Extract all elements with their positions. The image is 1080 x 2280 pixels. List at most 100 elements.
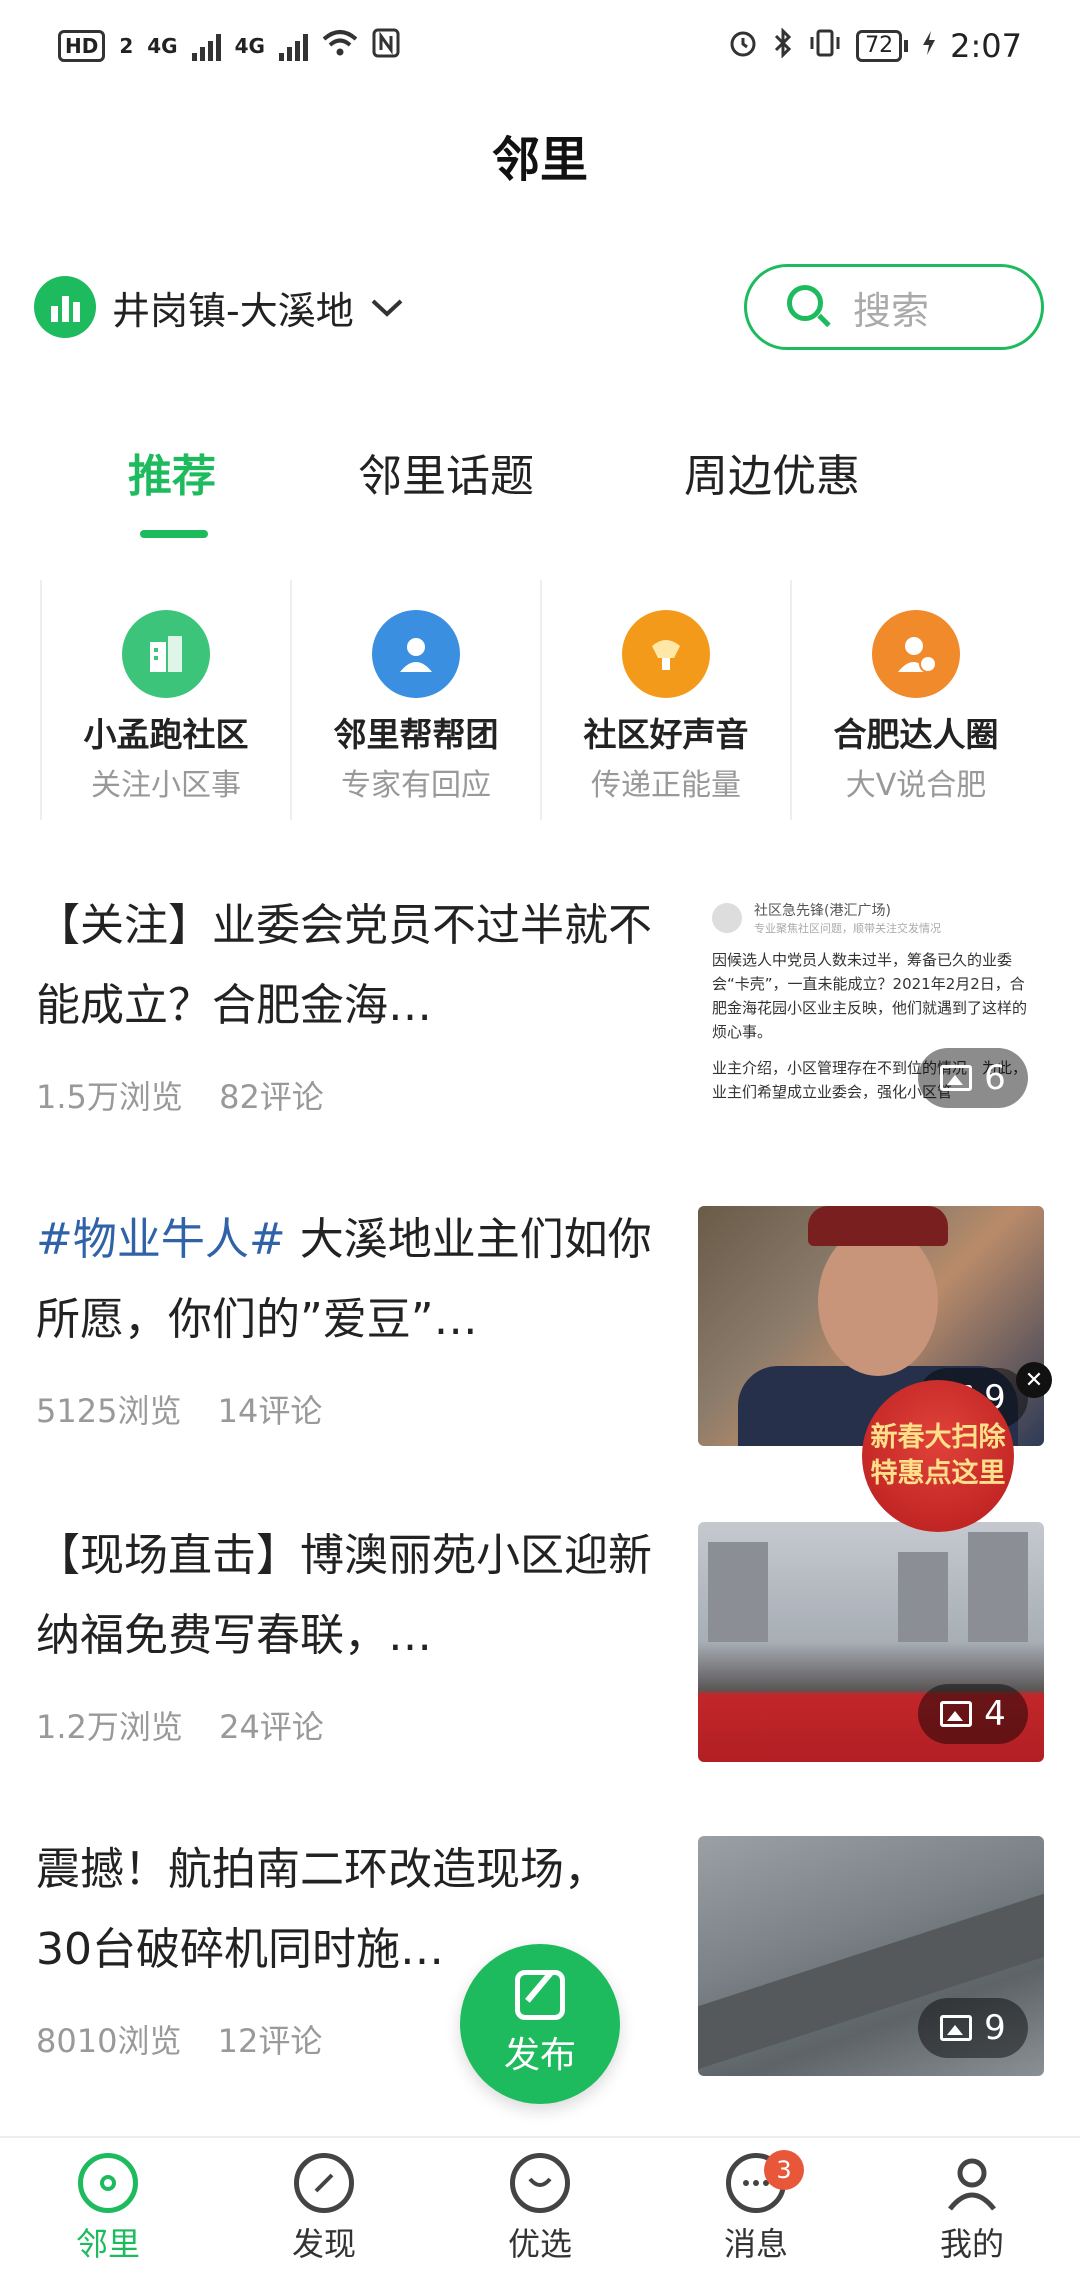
quick-entry-subtitle: 专家有回应: [341, 768, 491, 803]
nav-selected[interactable]: 优选: [432, 2138, 648, 2280]
hd-indicator: HD: [58, 30, 106, 62]
topic-tag[interactable]: #物业牛人#: [36, 1214, 286, 1265]
tab-bar: 推荐 邻里话题 周边优惠: [0, 440, 1080, 540]
feed-thumbnail: 社区急先锋(港汇广场) 专业聚焦社区问题，顺带关注交发情况 因候选人中党员人数未…: [698, 886, 1044, 1126]
nav-label: 消息: [723, 2225, 788, 2263]
feed-title: #物业牛人# 大溪地业主们如你所愿，你们的”爱豆”…: [36, 1214, 652, 1345]
network-1-label: 4G: [147, 34, 178, 58]
location-name: 井岗镇-大溪地: [112, 288, 354, 333]
battery-icon: 72: [856, 30, 909, 62]
doc-account-name: 社区急先锋(港汇广场): [754, 903, 891, 919]
doc-paragraph-1: 因候选人中党员人数未过半，筹备已久的业委会“卡壳”，一直未能成立？2021年2月…: [712, 951, 1028, 1041]
feed-views: 5125浏览: [36, 1392, 182, 1430]
picture-icon: [940, 1701, 973, 1727]
chevron-down-icon: [370, 287, 404, 327]
nav-messages[interactable]: 消息 3: [648, 2138, 864, 2280]
feed-views: 8010浏览: [36, 2022, 182, 2060]
quick-entry-subtitle: 关注小区事: [91, 768, 241, 803]
vibrate-icon: [808, 28, 842, 65]
status-right: 72 2:07: [728, 26, 1022, 65]
feed-item[interactable]: 【现场直击】博澳丽苑小区迎新纳福免费写春联，… 1.2万浏览 24评论 4: [0, 1516, 1080, 1816]
nav-label: 我的: [939, 2225, 1004, 2263]
doc-header: 社区急先锋(港汇广场) 专业聚焦社区问题，顺带关注交发情况: [712, 900, 1030, 936]
unread-badge: 3: [764, 2150, 804, 2190]
alarm-icon: [728, 28, 758, 65]
quick-entry-title: 合肥达人圈: [833, 715, 999, 754]
feed-item[interactable]: 【关注】业委会党员不过半就不能成立？合肥金海… 1.5万浏览 82评论 社区急先…: [0, 886, 1080, 1186]
signal-2-icon: [278, 31, 308, 61]
wifi-icon: [322, 29, 358, 64]
feed-thumbnail: 4: [698, 1522, 1044, 1762]
avatar: [712, 903, 742, 933]
search-icon: [787, 285, 831, 329]
feed-comments: 12评论: [217, 2022, 323, 2060]
network-2-label: 4G: [234, 34, 265, 58]
quick-entry-good-voice[interactable]: 社区好声音 传递正能量: [540, 580, 790, 820]
signal-1-icon: [191, 31, 221, 61]
hd-sub: 2: [119, 34, 134, 58]
feed-comments: 14评论: [217, 1392, 323, 1430]
nav-label: 邻里: [75, 2225, 140, 2263]
nav-discover[interactable]: 发现: [216, 2138, 432, 2280]
new-year-promo-button[interactable]: 新春大扫除 特惠点这里: [862, 1380, 1014, 1532]
building-icon: [122, 610, 210, 698]
promo-line-2: 特惠点这里: [870, 1458, 1006, 1489]
picture-icon: [940, 1065, 973, 1091]
image-count-badge: 9: [918, 1998, 1028, 2058]
feed-title: 【关注】业委会党员不过半就不能成立？合肥金海…: [36, 900, 652, 1031]
nav-neighbors[interactable]: 邻里: [0, 2138, 216, 2280]
nfc-icon: [372, 28, 400, 65]
publish-button[interactable]: 发布: [460, 1944, 620, 2104]
picture-icon: [940, 2015, 973, 2041]
nav-label: 发现: [291, 2225, 356, 2263]
charging-icon: [922, 30, 936, 63]
quick-entry-helpers[interactable]: 邻里帮帮团 专家有回应: [290, 580, 540, 820]
community-icon: [34, 276, 96, 338]
bottom-nav: 邻里 发现 优选 消息 3 我的: [0, 2136, 1080, 2280]
quick-entry-title: 小孟跑社区: [83, 715, 249, 754]
feed-meta: 1.5万浏览 82评论: [36, 1072, 324, 1118]
edit-icon: [515, 1970, 565, 2020]
clock: 2:07: [950, 27, 1022, 65]
smile-heart-icon: [510, 2153, 570, 2213]
feed-meta: 5125浏览 14评论: [36, 1386, 322, 1432]
quick-entry-subtitle: 大V说合肥: [845, 768, 987, 803]
image-count-badge: 6: [918, 1048, 1028, 1108]
nav-label: 优选: [507, 2225, 572, 2263]
feed-thumbnail: 9: [698, 1836, 1044, 2076]
quick-entries: 小孟跑社区 关注小区事 邻里帮帮团 专家有回应 社区好声音 传递正能量 合肥达人…: [40, 580, 1040, 820]
verified-user-icon: [872, 610, 960, 698]
feed-meta: 1.2万浏览 24评论: [36, 1702, 324, 1748]
promo-line-1: 新春大扫除: [870, 1422, 1006, 1453]
quick-entry-title: 社区好声音: [583, 715, 749, 754]
heart-location-icon: [78, 2153, 138, 2213]
user-icon: [942, 2153, 1002, 2213]
microphone-icon: [622, 610, 710, 698]
feed-views: 1.5万浏览: [36, 1078, 183, 1116]
quick-entry-hefei-experts[interactable]: 合肥达人圈 大V说合肥: [790, 580, 1040, 820]
tab-nearby-deals[interactable]: 周边优惠: [684, 440, 860, 504]
feed-title: 【现场直击】博澳丽苑小区迎新纳福免费写春联，…: [36, 1530, 652, 1661]
search-box[interactable]: 搜索: [744, 264, 1044, 350]
publish-label: 发布: [503, 2035, 576, 2076]
feed-comments: 82评论: [219, 1078, 324, 1116]
tab-neighbor-topics[interactable]: 邻里话题: [358, 440, 534, 504]
status-left: HD 2 4G 4G: [58, 28, 400, 65]
people-icon: [372, 610, 460, 698]
quick-entry-community[interactable]: 小孟跑社区 关注小区事: [40, 580, 290, 820]
feed-views: 1.2万浏览: [36, 1708, 183, 1746]
close-icon[interactable]: ✕: [1016, 1362, 1052, 1398]
feed-comments: 24评论: [219, 1708, 324, 1746]
doc-account-desc: 专业聚焦社区问题，顺带关注交发情况: [754, 922, 941, 935]
tab-recommend[interactable]: 推荐: [128, 440, 216, 504]
location-selector[interactable]: 井岗镇-大溪地: [34, 276, 404, 338]
quick-entry-subtitle: 传递正能量: [591, 768, 741, 803]
nav-profile[interactable]: 我的: [864, 2138, 1080, 2280]
status-bar: HD 2 4G 4G 72 2:07: [0, 0, 1080, 92]
image-count-badge: 4: [918, 1684, 1028, 1744]
bluetooth-icon: [772, 26, 794, 65]
feed-meta: 8010浏览 12评论: [36, 2016, 322, 2062]
page-title: 邻里: [491, 132, 588, 188]
compass-leaf-icon: [294, 2153, 354, 2213]
active-tab-indicator: [140, 530, 208, 538]
